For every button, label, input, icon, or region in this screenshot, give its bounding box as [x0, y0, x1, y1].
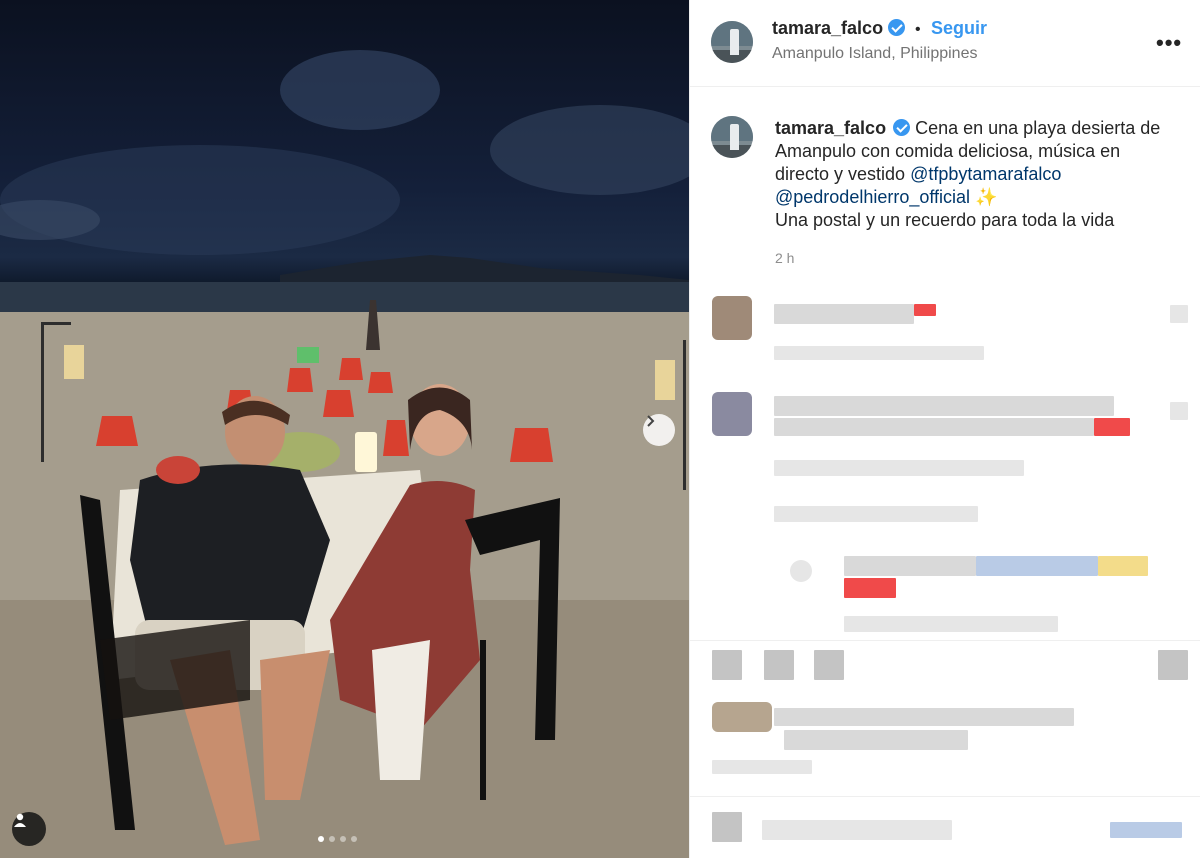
reply-emoji: [844, 578, 896, 598]
header-username[interactable]: tamara_falco: [772, 18, 883, 38]
chevron-right-icon: [647, 415, 655, 427]
comment-emoji: [914, 304, 936, 316]
likes-summary[interactable]: [774, 708, 1074, 726]
comment-icon[interactable]: [764, 650, 794, 680]
post-comment-button[interactable]: [1110, 822, 1182, 838]
post-location[interactable]: Amanpulo Island, Philippines: [772, 45, 977, 63]
comment-text: [774, 396, 1114, 416]
mention-link[interactable]: @tfpbytamarafalco: [910, 164, 1061, 184]
post-sidebar: tamara_falco • Seguir Amanpulo Island, P…: [689, 0, 1200, 858]
carousel-dot: [329, 836, 335, 842]
verified-badge-icon: [893, 119, 911, 136]
carousel-dot: [340, 836, 346, 842]
like-post-icon[interactable]: [712, 650, 742, 680]
caption-avatar[interactable]: [711, 116, 753, 158]
user-tag-button[interactable]: [12, 812, 46, 846]
reply-emoji: [1098, 556, 1148, 576]
view-replies-link[interactable]: [774, 506, 978, 522]
likes-summary[interactable]: [784, 730, 968, 750]
divider: [690, 640, 1200, 641]
post-photo[interactable]: [0, 0, 689, 858]
comment-avatar[interactable]: [712, 392, 752, 436]
share-icon[interactable]: [814, 650, 844, 680]
reply-meta[interactable]: [844, 616, 1058, 632]
comment-avatar[interactable]: [712, 296, 752, 340]
carousel-dot: [351, 836, 357, 842]
comment-text: [774, 418, 1094, 436]
sparkles-emoji: ✨: [975, 187, 998, 207]
comment-meta[interactable]: [774, 346, 984, 360]
beach-dinner-image: [0, 50, 689, 858]
mention-link[interactable]: @pedrodelhierro_official: [775, 187, 970, 207]
post-timestamp[interactable]: 2 h: [775, 250, 794, 266]
reply-avatar[interactable]: [790, 560, 812, 582]
caption-username[interactable]: tamara_falco: [775, 118, 886, 138]
caption-text: Una postal y un recuerdo para toda la vi…: [775, 210, 1115, 230]
carousel-dots: [318, 836, 357, 842]
comment-text: [774, 304, 914, 324]
avatar[interactable]: [711, 21, 753, 63]
add-comment-input[interactable]: [762, 820, 952, 840]
comment-meta[interactable]: [774, 460, 1024, 476]
reply-text: [844, 556, 976, 576]
user-tag-icon: [14, 813, 26, 827]
like-comment-icon[interactable]: [1170, 402, 1188, 420]
separator: •: [914, 21, 921, 38]
likers-avatars[interactable]: [712, 702, 772, 732]
like-comment-icon[interactable]: [1170, 305, 1188, 323]
emoji-icon[interactable]: [712, 812, 742, 842]
post-caption: tamara_falco Cena en una playa desierta …: [775, 117, 1175, 232]
reply-mention[interactable]: [976, 556, 1098, 576]
post-header: tamara_falco • Seguir Amanpulo Island, P…: [690, 0, 1200, 87]
post-date[interactable]: [712, 760, 812, 774]
follow-button[interactable]: Seguir: [931, 18, 987, 38]
divider: [690, 796, 1200, 797]
carousel-dot-active: [318, 836, 324, 842]
save-icon[interactable]: [1158, 650, 1188, 680]
verified-badge-icon: [887, 19, 905, 36]
more-options-button[interactable]: •••: [1156, 30, 1182, 56]
next-photo-button[interactable]: [643, 414, 675, 446]
comment-emoji: [1094, 418, 1130, 436]
